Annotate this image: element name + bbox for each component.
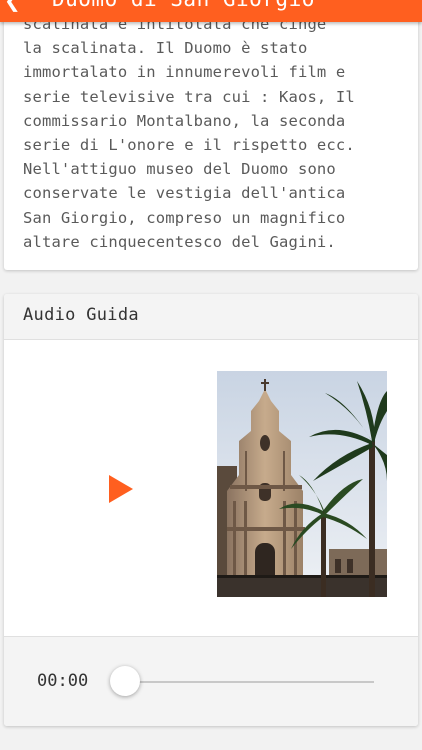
description-line: immortalato in innumerevoli film e [23, 63, 346, 82]
app-header: ❮ Duomo di San Giorgio [0, 0, 422, 22]
description-card: scalinata e intitolata che cinge la scal… [4, 0, 418, 270]
description-line: la scalinata. Il Duomo è stato [23, 39, 308, 58]
audio-guide-header: Audio Guida [4, 294, 418, 340]
description-line: Nell'attiguo museo del Duomo sono [23, 160, 336, 179]
description-line: altare cinquecentesco del Gagini. [23, 232, 336, 251]
slider-track[interactable] [124, 681, 374, 683]
current-time: 00:00 [37, 671, 89, 691]
page-title: Duomo di San Giorgio [52, 0, 315, 11]
duomo-photo [217, 371, 387, 597]
description-line: commissario Montalbano, la seconda [23, 111, 346, 130]
slider-thumb[interactable] [110, 666, 140, 696]
audio-guide-title: Audio Guida [23, 305, 139, 325]
description-line: serie di L'onore e il rispetto ecc. [23, 136, 355, 155]
description-line: San Giorgio, compreso un magnifico [23, 208, 346, 227]
audio-progress-slider[interactable] [108, 665, 374, 699]
back-chevron-icon[interactable]: ❮ [4, 0, 21, 12]
description-text: scalinata e intitolata che cinge la scal… [23, 12, 355, 254]
audio-controls: 00:00 [4, 636, 418, 726]
play-icon [109, 475, 133, 503]
description-line: conservate le vestigia dell'antica [23, 184, 346, 203]
play-button[interactable] [106, 474, 136, 504]
description-line: serie televisive tra cui : Kaos, Il [23, 87, 355, 106]
audio-guide-card: Audio Guida 00:00 [4, 294, 418, 726]
